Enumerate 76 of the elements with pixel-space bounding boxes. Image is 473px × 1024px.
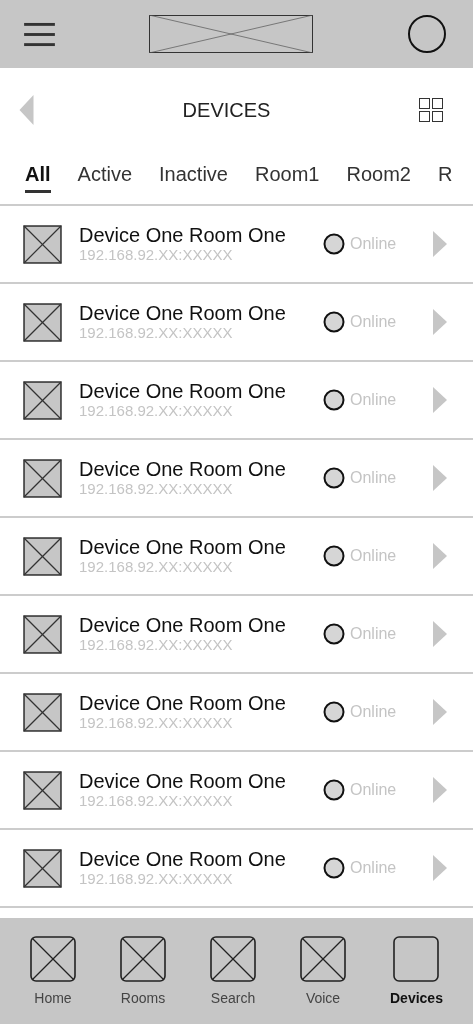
status-dot-icon [323, 857, 345, 879]
device-name: Device One Room One [79, 302, 287, 324]
nav-icon[interactable] [300, 936, 346, 982]
nav-label[interactable]: Voice [305, 990, 341, 1006]
filter-tab[interactable]: Room2 [346, 163, 411, 193]
back-icon[interactable] [19, 95, 34, 125]
status-dot-icon [323, 311, 345, 333]
device-name: Device One Room One [79, 458, 287, 480]
device-image-placeholder-icon [23, 848, 62, 888]
status-label: Online [350, 625, 397, 643]
device-address: 192.168.92.XX:XXXXX [79, 870, 234, 888]
chevron-right-icon[interactable] [433, 465, 447, 491]
status-label: Online [350, 859, 397, 877]
status-dot-icon [323, 233, 345, 255]
nav-icon[interactable] [393, 936, 440, 982]
device-name: Device One Room One [79, 770, 287, 792]
device-image-placeholder-icon [23, 224, 62, 264]
status-dot-icon [323, 623, 345, 645]
device-address: 192.168.92.XX:XXXXX [79, 480, 234, 498]
page-title: DEVICES [182, 98, 271, 122]
status-dot-icon [323, 545, 345, 567]
chevron-right-icon[interactable] [433, 387, 447, 413]
status-label: Online [350, 703, 397, 721]
profile-icon[interactable] [407, 14, 447, 54]
device-name: Device One Room One [79, 614, 287, 636]
status-dot-icon [323, 467, 345, 489]
status-label: Online [350, 781, 397, 799]
filter-tab[interactable]: Inactive [159, 163, 228, 193]
filter-tab[interactable]: All [25, 163, 51, 193]
nav-icon[interactable] [120, 936, 166, 982]
status-label: Online [350, 391, 397, 409]
device-image-placeholder-icon [23, 458, 62, 498]
device-address: 192.168.92.XX:XXXXX [79, 636, 234, 654]
device-name: Device One Room One [79, 848, 287, 870]
chevron-right-icon[interactable] [433, 699, 447, 725]
device-image-placeholder-icon [23, 302, 62, 342]
chevron-right-icon[interactable] [433, 621, 447, 647]
device-address: 192.168.92.XX:XXXXX [79, 324, 234, 342]
filter-tab[interactable]: Active [77, 163, 133, 193]
filter-tab[interactable]: Room1 [254, 163, 320, 193]
device-address: 192.168.92.XX:XXXXX [79, 402, 234, 420]
device-image-placeholder-icon [23, 770, 62, 810]
menu-icon[interactable] [24, 21, 55, 47]
chevron-right-icon[interactable] [433, 231, 447, 257]
logo-placeholder-icon [149, 15, 313, 53]
status-dot-icon [323, 779, 345, 801]
device-address: 192.168.92.XX:XXXXX [79, 246, 234, 264]
status-dot-icon [323, 701, 345, 723]
nav-label[interactable]: Search [210, 990, 256, 1006]
nav-label[interactable]: Devices [390, 990, 443, 1006]
nav-label[interactable]: Home [34, 990, 72, 1006]
status-label: Online [350, 547, 397, 565]
device-image-placeholder-icon [23, 536, 62, 576]
status-dot-icon [323, 389, 345, 411]
chevron-right-icon[interactable] [433, 543, 447, 569]
device-address: 192.168.92.XX:XXXXX [79, 792, 234, 810]
device-name: Device One Room One [79, 380, 287, 402]
device-name: Device One Room One [79, 224, 287, 246]
device-image-placeholder-icon [23, 614, 62, 654]
filter-tab[interactable]: R [437, 163, 453, 193]
nav-icon[interactable] [210, 936, 256, 982]
status-label: Online [350, 235, 397, 253]
chevron-right-icon[interactable] [433, 855, 447, 881]
chevron-right-icon[interactable] [433, 777, 447, 803]
chevron-right-icon[interactable] [433, 309, 447, 335]
device-address: 192.168.92.XX:XXXXX [79, 714, 234, 732]
status-label: Online [350, 469, 397, 487]
nav-icon[interactable] [30, 936, 76, 982]
device-image-placeholder-icon [23, 692, 62, 732]
device-name: Device One Room One [79, 692, 287, 714]
device-name: Device One Room One [79, 536, 287, 558]
device-image-placeholder-icon [23, 380, 62, 420]
status-label: Online [350, 313, 397, 331]
nav-label[interactable]: Rooms [120, 990, 166, 1006]
grid-view-icon[interactable] [419, 98, 443, 122]
device-address: 192.168.92.XX:XXXXX [79, 558, 234, 576]
